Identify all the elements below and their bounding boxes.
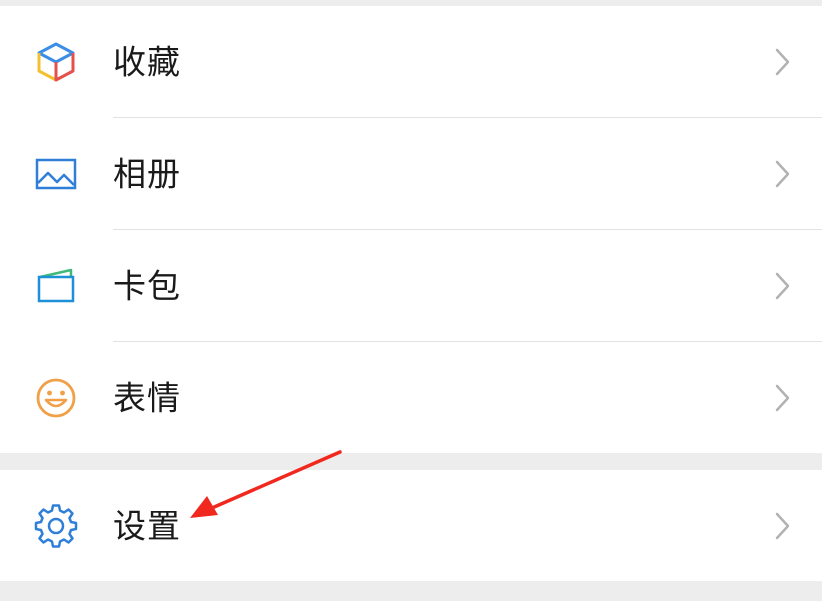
smiley-face-icon — [34, 376, 78, 420]
menu-item-card-wallet[interactable]: 卡包 — [0, 230, 822, 342]
chevron-right-icon — [772, 383, 792, 413]
menu-item-label: 卡包 — [113, 266, 181, 306]
menu-item-label: 相册 — [113, 154, 181, 194]
menu-group-settings: 设置 — [0, 470, 822, 581]
chevron-right-icon — [772, 271, 792, 301]
menu-item-favorites[interactable]: 收藏 — [0, 6, 822, 118]
menu-item-album[interactable]: 相册 — [0, 118, 822, 230]
favorites-cube-icon — [34, 40, 78, 84]
menu-item-label: 收藏 — [113, 42, 181, 82]
chevron-right-icon — [772, 47, 792, 77]
menu-item-settings[interactable]: 设置 — [0, 470, 822, 581]
album-picture-icon — [34, 152, 78, 196]
card-wallet-icon — [34, 264, 78, 308]
chevron-right-icon — [772, 159, 792, 189]
menu-item-stickers[interactable]: 表情 — [0, 342, 822, 454]
menu-item-label: 设置 — [113, 506, 181, 545]
menu-group-primary: 收藏 相册 卡包 表情 — [0, 6, 822, 453]
menu-item-label: 表情 — [113, 378, 181, 418]
chevron-right-icon — [772, 511, 792, 541]
gear-icon — [34, 503, 78, 548]
